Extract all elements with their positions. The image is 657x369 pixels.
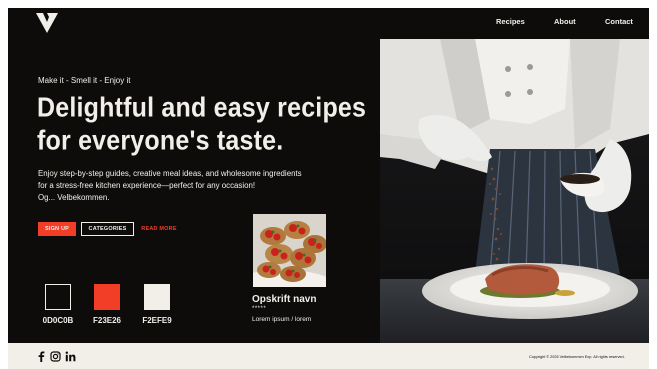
facebook-icon[interactable] xyxy=(36,351,47,362)
description-line: for a stress-free kitchen experience—per… xyxy=(38,180,256,190)
bruschetta-photo xyxy=(253,214,326,287)
nav-link-contact[interactable]: Contact xyxy=(605,17,633,26)
page-frame: Recipes About Contact Make it - Smell it… xyxy=(8,8,649,369)
linkedin-icon[interactable] xyxy=(65,351,76,362)
color-swatch-dark xyxy=(45,284,71,310)
sign-up-button[interactable]: SIGN UP xyxy=(38,222,76,236)
chef-plating-illustration xyxy=(380,39,649,343)
color-swatch-label: F2EFE9 xyxy=(142,316,172,325)
color-swatch-accent xyxy=(94,284,120,310)
copyright-text: Copyright © 2025 Velbekommen Exp. All ri… xyxy=(529,355,625,359)
hero-tagline: Make it - Smell it - Enjoy it xyxy=(38,76,131,85)
recipe-card-rating: ***** xyxy=(252,306,267,312)
recipe-card-subtitle: Lorem ipsum / lorem xyxy=(252,316,312,323)
recipe-card-image[interactable] xyxy=(253,214,326,287)
v-logo-icon[interactable] xyxy=(36,13,58,33)
hero-chef-photo xyxy=(380,39,649,343)
color-swatch-light xyxy=(144,284,170,310)
read-more-link[interactable]: READ MORE xyxy=(139,222,179,236)
page-footer: Copyright © 2025 Velbekommen Exp. All ri… xyxy=(8,343,649,369)
nav-link-about[interactable]: About xyxy=(554,17,576,26)
categories-button[interactable]: CATEGORIES xyxy=(81,222,134,236)
hero-headline: Delightful and easy recipes for everyone… xyxy=(37,92,367,156)
hero-description: Enjoy step-by-step guides, creative meal… xyxy=(38,168,348,203)
top-navigation: Recipes About Contact xyxy=(8,8,649,39)
description-line: Og... Velbekommen. xyxy=(38,192,110,202)
color-swatch-label: 0D0C0B xyxy=(42,316,74,325)
description-line: Enjoy step-by-step guides, creative meal… xyxy=(38,169,302,178)
instagram-icon[interactable] xyxy=(50,351,61,362)
color-swatch-label: F23E26 xyxy=(92,316,122,325)
recipe-card-title[interactable]: Opskrift navn xyxy=(252,294,316,305)
nav-link-recipes[interactable]: Recipes xyxy=(496,17,525,26)
